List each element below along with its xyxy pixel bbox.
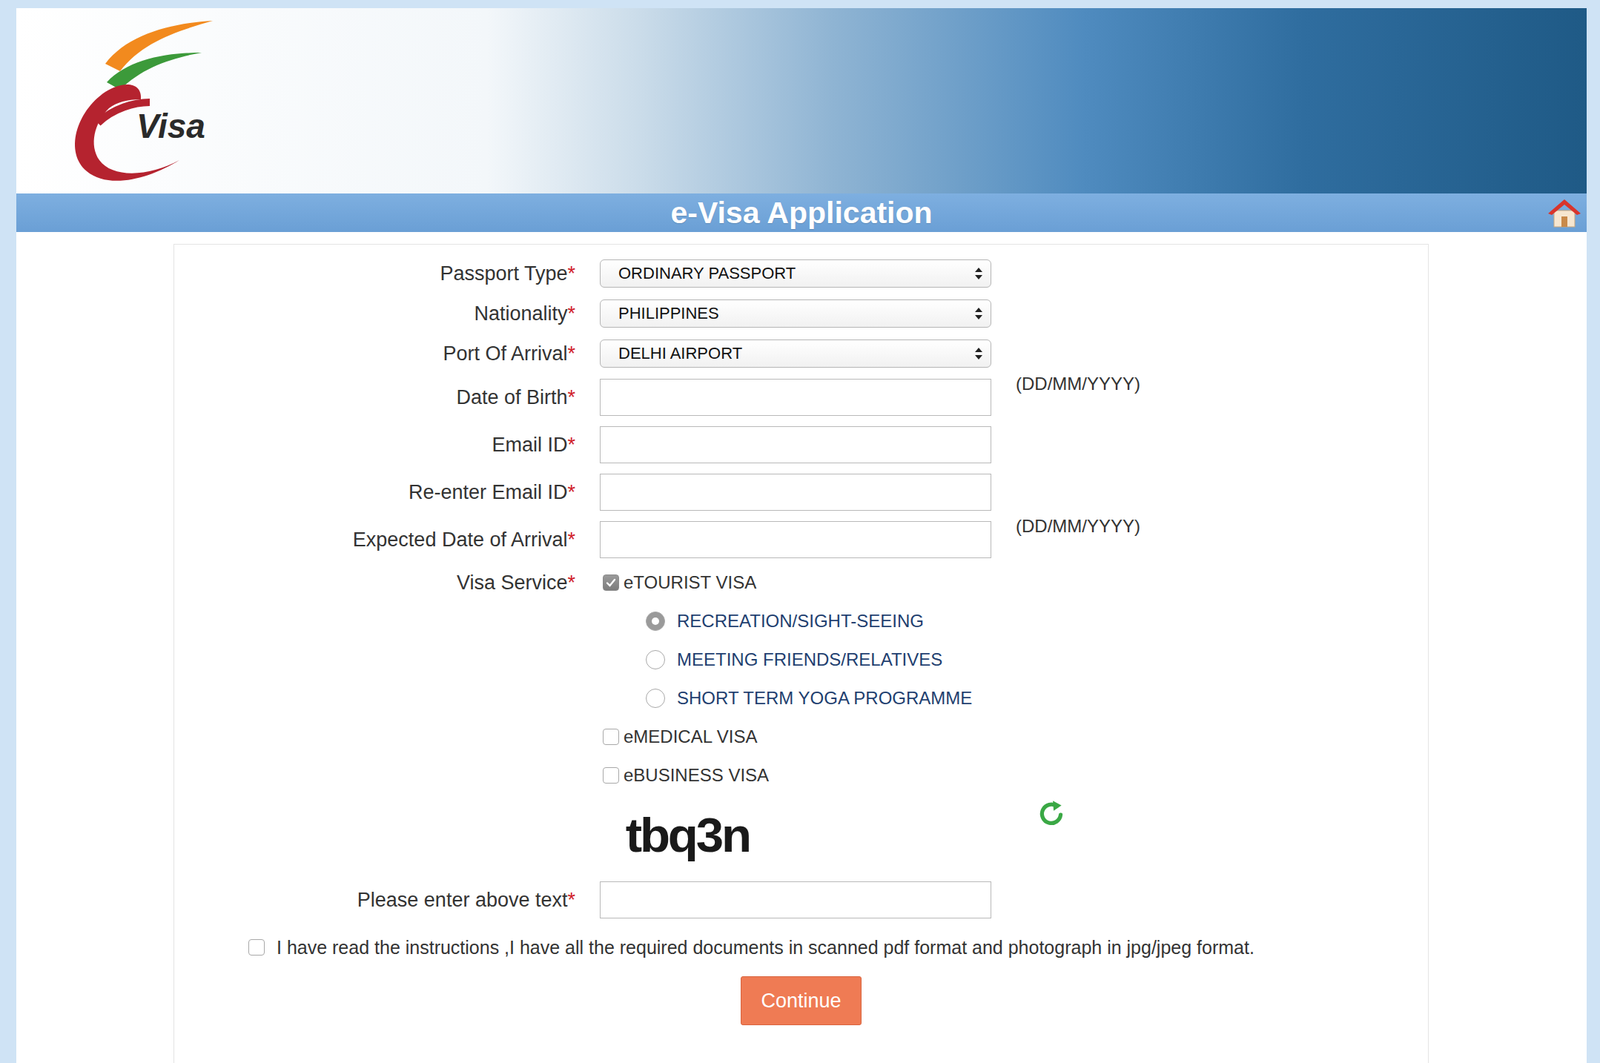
field-label: Port Of Arrival* (442, 342, 576, 366)
select-field[interactable]: ORDINARY PASSPORT (599, 259, 992, 288)
captcha-input[interactable] (599, 881, 992, 919)
evisa-logo-icon: Visa (53, 11, 232, 190)
captcha-row: tbq3n (174, 794, 1428, 877)
text-input[interactable] (599, 426, 992, 464)
visa-checkbox[interactable]: eMEDICAL VISA (599, 717, 1428, 757)
required-mark: * (567, 342, 576, 366)
visa-checkbox[interactable]: eTOURIST VISA (599, 563, 1428, 603)
text-input[interactable] (599, 521, 992, 559)
checkbox[interactable] (602, 728, 620, 746)
form-row: Re-enter Email ID* (174, 468, 1428, 517)
form-row: Port Of Arrival* DELHI AIRPORT (174, 333, 1428, 374)
purpose-radio[interactable]: RECREATION/SIGHT-SEEING (599, 602, 1428, 641)
visa-checkbox[interactable]: eBUSINESS VISA (599, 756, 1428, 795)
required-mark: * (567, 888, 576, 912)
page: Visa e-Visa Application Passport Type* ORDI… (0, 0, 1600, 1063)
required-mark: * (567, 528, 576, 552)
purpose-radio[interactable]: MEETING FRIENDS/RELATIVES (599, 640, 1428, 680)
format-hint: (DD/MM/YYYY) (1015, 516, 1428, 537)
dropdown-arrow-icon (974, 266, 984, 282)
required-mark: * (567, 433, 576, 457)
form-row: Expected Date of Arrival* (DD/MM/YYYY) (174, 516, 1428, 564)
required-mark: * (567, 386, 576, 410)
form-row: Email ID* (174, 421, 1428, 469)
required-mark: * (567, 571, 576, 595)
field-label: Re-enter Email ID* (408, 481, 576, 505)
button-row: Continue (174, 976, 1428, 1026)
header-banner: Visa (16, 8, 1587, 194)
captcha-image: tbq3n (599, 808, 1011, 864)
field-label: Please enter above text* (357, 888, 576, 912)
title-bar: e-Visa Application (16, 193, 1587, 233)
text-input[interactable] (599, 378, 992, 416)
checkbox[interactable] (602, 767, 620, 784)
logo-text: Visa (136, 106, 206, 146)
purpose-radio[interactable]: SHORT TERM YOGA PROGRAMME (599, 679, 1428, 718)
required-mark: * (567, 481, 576, 505)
refresh-icon[interactable] (1036, 797, 1068, 829)
form-row: Nationality* PHILIPPINES (174, 293, 1428, 334)
dropdown-arrow-icon (974, 306, 984, 322)
radio[interactable] (645, 611, 666, 631)
form-row: Passport Type* ORDINARY PASSPORT (174, 253, 1428, 294)
select-field[interactable]: DELHI AIRPORT (599, 339, 992, 368)
dropdown-arrow-icon (974, 346, 984, 362)
home-icon[interactable] (1546, 197, 1583, 229)
field-label: Visa Service* (456, 563, 576, 603)
form-panel: Passport Type* ORDINARY PASSPORT Nationali… (173, 243, 1429, 1063)
text-input[interactable] (599, 473, 992, 511)
page-title: e-Visa Application (670, 195, 932, 231)
continue-button[interactable]: Continue (740, 976, 861, 1026)
visa-service-row: Visa Service* eTOURIST VISARECREATION/SIG… (174, 563, 1428, 795)
field-label: Email ID* (491, 433, 576, 457)
form-row: Date of Birth* (DD/MM/YYYY) (174, 373, 1428, 422)
format-hint: (DD/MM/YYYY) (1015, 373, 1428, 395)
field-label: Passport Type* (439, 262, 576, 286)
checkbox[interactable] (602, 574, 620, 591)
required-mark: * (567, 302, 576, 326)
field-label: Date of Birth* (455, 386, 576, 410)
app-shell: Visa e-Visa Application Passport Type* ORDI… (16, 8, 1587, 1063)
field-label: Nationality* (473, 302, 576, 326)
required-mark: * (567, 262, 576, 286)
select-field[interactable]: PHILIPPINES (599, 299, 992, 328)
checkbox[interactable] (248, 939, 265, 956)
check-icon (605, 576, 617, 589)
radio[interactable] (645, 688, 666, 709)
field-label: Expected Date of Arrival* (352, 528, 576, 552)
consent-row[interactable]: I have read the instructions ,I have all… (174, 932, 1428, 963)
form-row: Please enter above text* (174, 876, 1428, 924)
radio[interactable] (645, 650, 666, 670)
visa-options: eTOURIST VISARECREATION/SIGHT-SEEINGMEET… (599, 563, 1428, 795)
